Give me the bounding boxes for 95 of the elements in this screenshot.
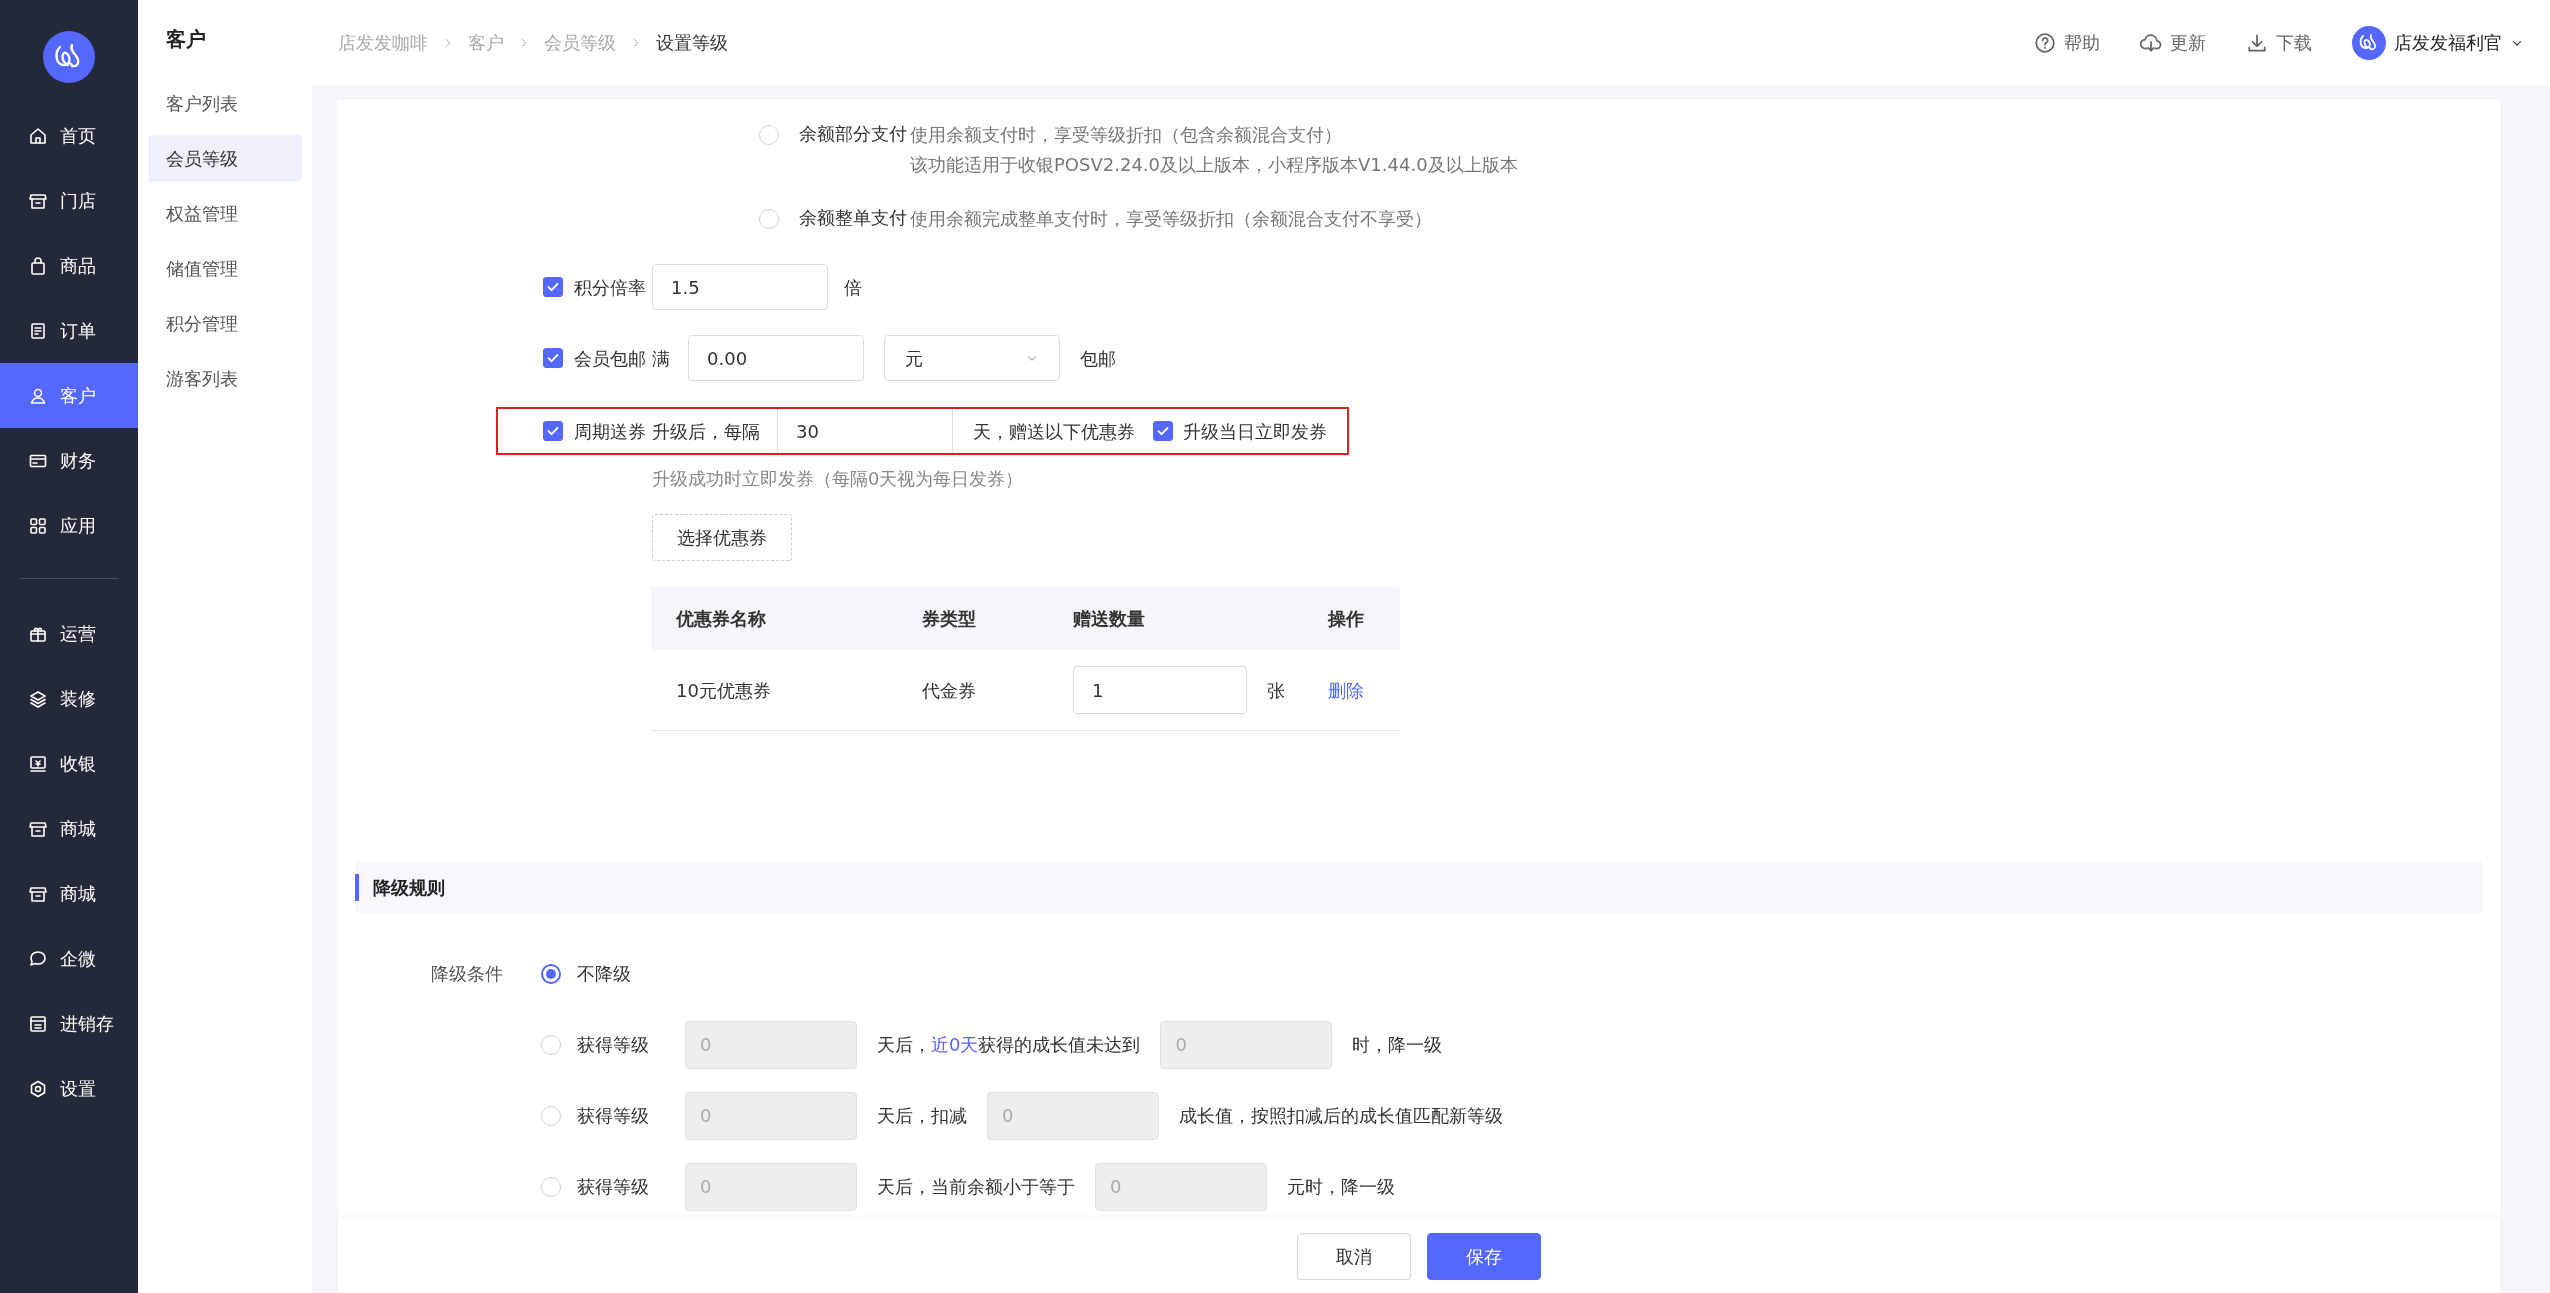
input-field[interactable]: 30: [777, 409, 953, 453]
column-header: 操作: [1328, 607, 1365, 631]
cloud-download-icon: [2140, 31, 2162, 54]
nav-item[interactable]: 设置: [0, 1056, 138, 1121]
option-label: 余额部分支付: [798, 122, 908, 146]
layers-icon: [28, 688, 48, 709]
accent-bar: [355, 874, 359, 901]
checkbox-label: 周期送券: [573, 419, 647, 444]
checkmark-icon: [546, 280, 560, 294]
document-icon: [28, 320, 48, 341]
column-header: 赠送数量: [1073, 607, 1146, 631]
inventory-icon: [28, 1013, 48, 1034]
submenu-title: 客户: [165, 26, 207, 53]
chat-icon: [28, 948, 48, 969]
nav-item[interactable]: 商品: [0, 233, 138, 298]
checkbox[interactable]: [543, 348, 563, 368]
nav-item[interactable]: 财务: [0, 428, 138, 493]
option-label: 获得等级: [576, 1104, 650, 1128]
option-label: 获得等级: [576, 1033, 650, 1057]
header-action[interactable]: 帮助: [2034, 29, 2100, 56]
prefix-label: 升级后，每隔: [652, 419, 761, 444]
radio-button[interactable]: [541, 963, 561, 984]
table-cell-text: 10元优惠券: [675, 678, 772, 703]
input-field[interactable]: 1.5: [652, 264, 828, 310]
checkbox[interactable]: [543, 277, 563, 297]
checkmark-icon: [1156, 424, 1170, 438]
header-action[interactable]: 更新: [2140, 29, 2206, 56]
header-action[interactable]: 下载: [2246, 29, 2312, 56]
user-menu[interactable]: 店发发福利官: [2352, 25, 2524, 60]
submenu-item[interactable]: 会员等级: [148, 135, 302, 182]
checkbox-label: 升级当日立即发券: [1183, 419, 1327, 444]
submenu-item[interactable]: 储值管理: [148, 245, 302, 292]
hint-text: 升级成功时立即发券（每隔0天视为每日发券）: [652, 467, 1025, 491]
nav-item[interactable]: 装修: [0, 666, 138, 731]
option-label: 余额整单支付: [798, 206, 908, 230]
settings-icon: [28, 1078, 48, 1099]
nav-item[interactable]: 门店: [0, 168, 138, 233]
home-icon: [28, 125, 48, 146]
nav-item[interactable]: 进销存: [0, 991, 138, 1056]
option-text: 元时，降一级: [1287, 1175, 1395, 1199]
nav-item[interactable]: 应用: [0, 493, 138, 558]
avatar-logo-icon: [2352, 25, 2386, 60]
option-description: 使用余额完成整单支付时，享受等级折扣（余额混合支付不享受）: [910, 207, 1432, 231]
option-label: 获得等级: [576, 1175, 650, 1199]
select-coupon-button[interactable]: 选择优惠券: [652, 514, 792, 561]
suffix-label: 天，赠送以下优惠券: [973, 419, 1135, 444]
link[interactable]: 近0天: [931, 1034, 979, 1055]
suffix-label: 包邮: [1080, 346, 1116, 371]
delete-link[interactable]: 删除: [1328, 679, 1364, 701]
prefix-label: 满: [652, 346, 670, 371]
option-text: 天后，扣减: [877, 1104, 967, 1128]
nav-item[interactable]: 企微: [0, 926, 138, 991]
section-title: 降级规则: [373, 876, 445, 900]
submenu-item[interactable]: 权益管理: [148, 190, 302, 237]
breadcrumb-item: 设置等级: [656, 31, 728, 55]
checkmark-icon: [546, 351, 560, 365]
nav-item[interactable]: 收银: [0, 731, 138, 796]
unit-label: 张: [1267, 678, 1285, 703]
checkbox-label: 会员包邮: [573, 346, 647, 371]
submenu-item[interactable]: 积分管理: [148, 300, 302, 347]
option-description: 使用余额支付时，享受等级折扣（包含余额混合支付）: [910, 123, 1343, 147]
option-text: 时，降一级: [1352, 1033, 1443, 1057]
grid-icon: [28, 515, 48, 536]
submenu-item[interactable]: 客户列表: [148, 80, 302, 127]
nav-item[interactable]: 商城: [0, 796, 138, 861]
help-icon: [2034, 31, 2056, 54]
save-button[interactable]: 保存: [1427, 1232, 1541, 1280]
user-name: 店发发福利官: [2394, 31, 2502, 55]
submenu-item[interactable]: 游客列表: [148, 355, 302, 402]
unit-label: 倍: [844, 275, 862, 300]
checkbox-label: 积分倍率: [573, 275, 647, 300]
nav-item[interactable]: 订单: [0, 298, 138, 363]
checkmark-icon: [546, 424, 560, 438]
bag-icon: [28, 255, 48, 276]
cancel-button[interactable]: 取消: [1297, 1232, 1411, 1280]
column-header: 券类型: [922, 607, 977, 631]
nav-item[interactable]: 首页: [0, 103, 138, 168]
option-description: 该功能适用于收银POSV2.24.0及以上版本，小程序版本V1.44.0及以上版本: [910, 153, 1518, 177]
quantity-field[interactable]: 1: [1073, 666, 1247, 714]
field-label: 降级条件: [431, 962, 504, 986]
option-label: 不降级: [576, 962, 632, 986]
monitor-icon: [28, 753, 48, 774]
column-header: 优惠券名称: [674, 607, 767, 631]
unit-select[interactable]: 元: [884, 335, 1060, 381]
nav-item[interactable]: 客户: [0, 363, 138, 428]
option-text: 天后，近0天获得的成长值未达到: [877, 1033, 1141, 1057]
logo-icon: [43, 31, 95, 83]
table-cell-text: 代金券: [922, 678, 977, 703]
checkbox[interactable]: [1153, 421, 1173, 441]
nav-item[interactable]: 商城: [0, 861, 138, 926]
input-field[interactable]: 0.00: [688, 335, 864, 381]
option-text: 天后，当前余额小于等于: [877, 1175, 1075, 1199]
nav-item[interactable]: 运营: [0, 601, 138, 666]
checkbox[interactable]: [543, 421, 563, 441]
option-text: 成长值，按照扣减后的成长值匹配新等级: [1179, 1104, 1503, 1128]
